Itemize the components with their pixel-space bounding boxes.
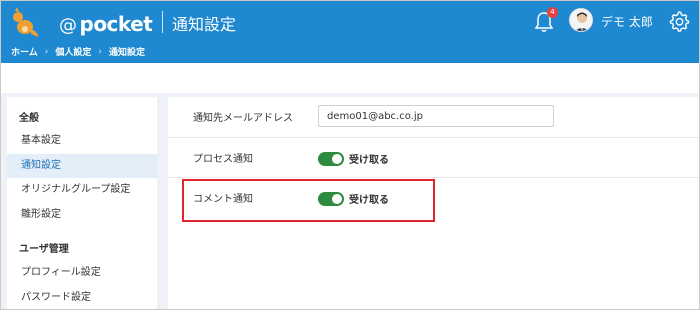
sidebar-item-basic-settings[interactable]: 基本設定 [7,129,157,153]
email-field[interactable] [318,105,554,127]
kangaroo-logo-icon [13,7,39,37]
top-header: @ pocket 通知設定 ホーム › 個人設定 › 通知設定 4 デモ 太郎 [1,1,699,63]
email-row: 通知先メールアドレス [168,97,699,138]
brand-name: @ pocket [59,12,153,36]
user-avatar-icon [570,9,592,31]
avatar[interactable] [569,8,593,32]
header-spacer [1,63,699,93]
breadcrumb-notification-settings: 通知設定 [108,48,145,58]
breadcrumb-home[interactable]: ホーム [11,45,38,58]
email-label: 通知先メールアドレス [193,113,293,124]
sidebar-item-template-settings[interactable]: 雛形設定 [7,203,157,227]
process-notification-label: プロセス通知 [193,154,253,165]
process-notification-row: プロセス通知 受け取る [168,138,699,178]
sidebar-item-original-group-settings[interactable]: オリジナルグループ設定 [7,178,157,202]
sidebar-item-profile-settings[interactable]: プロフィール設定 [7,261,157,285]
app-window: @pocket 通知設定 ホーム › 個人設定 › 通知設定 4 デモ 太郎 [0,0,700,310]
sidebar-heading-general: 全般 [19,113,39,124]
brand-logo[interactable]: @ pocket [9,7,153,37]
page-title: 通知設定 [172,15,237,34]
sidebar-heading-user-management: ユーザ管理 [19,244,69,255]
sidebar-item-password-settings[interactable]: パスワード設定 [7,286,157,309]
breadcrumb-separator: › [44,46,49,57]
breadcrumb: ホーム › 個人設定 › 通知設定 [11,45,145,59]
sidebar-item-notification-settings[interactable]: 通知設定 [7,154,157,178]
breadcrumb-personal-settings[interactable]: 個人設定 [55,45,91,58]
process-notification-toggle-group: 受け取る [318,151,389,166]
process-notification-toggle[interactable] [318,151,344,166]
user-name[interactable]: デモ 太郎 [601,13,653,30]
gear-icon[interactable] [667,9,691,33]
highlight-box [182,179,435,222]
title-divider [162,11,163,33]
breadcrumb-separator: › [98,46,102,57]
process-notification-toggle-label: 受け取る [349,155,389,166]
settings-sidebar: 全般 基本設定 通知設定 オリジナルグループ設定 雛形設定 ユーザ管理 プロフィ… [7,97,157,309]
notification-count-badge: 4 [547,7,558,18]
